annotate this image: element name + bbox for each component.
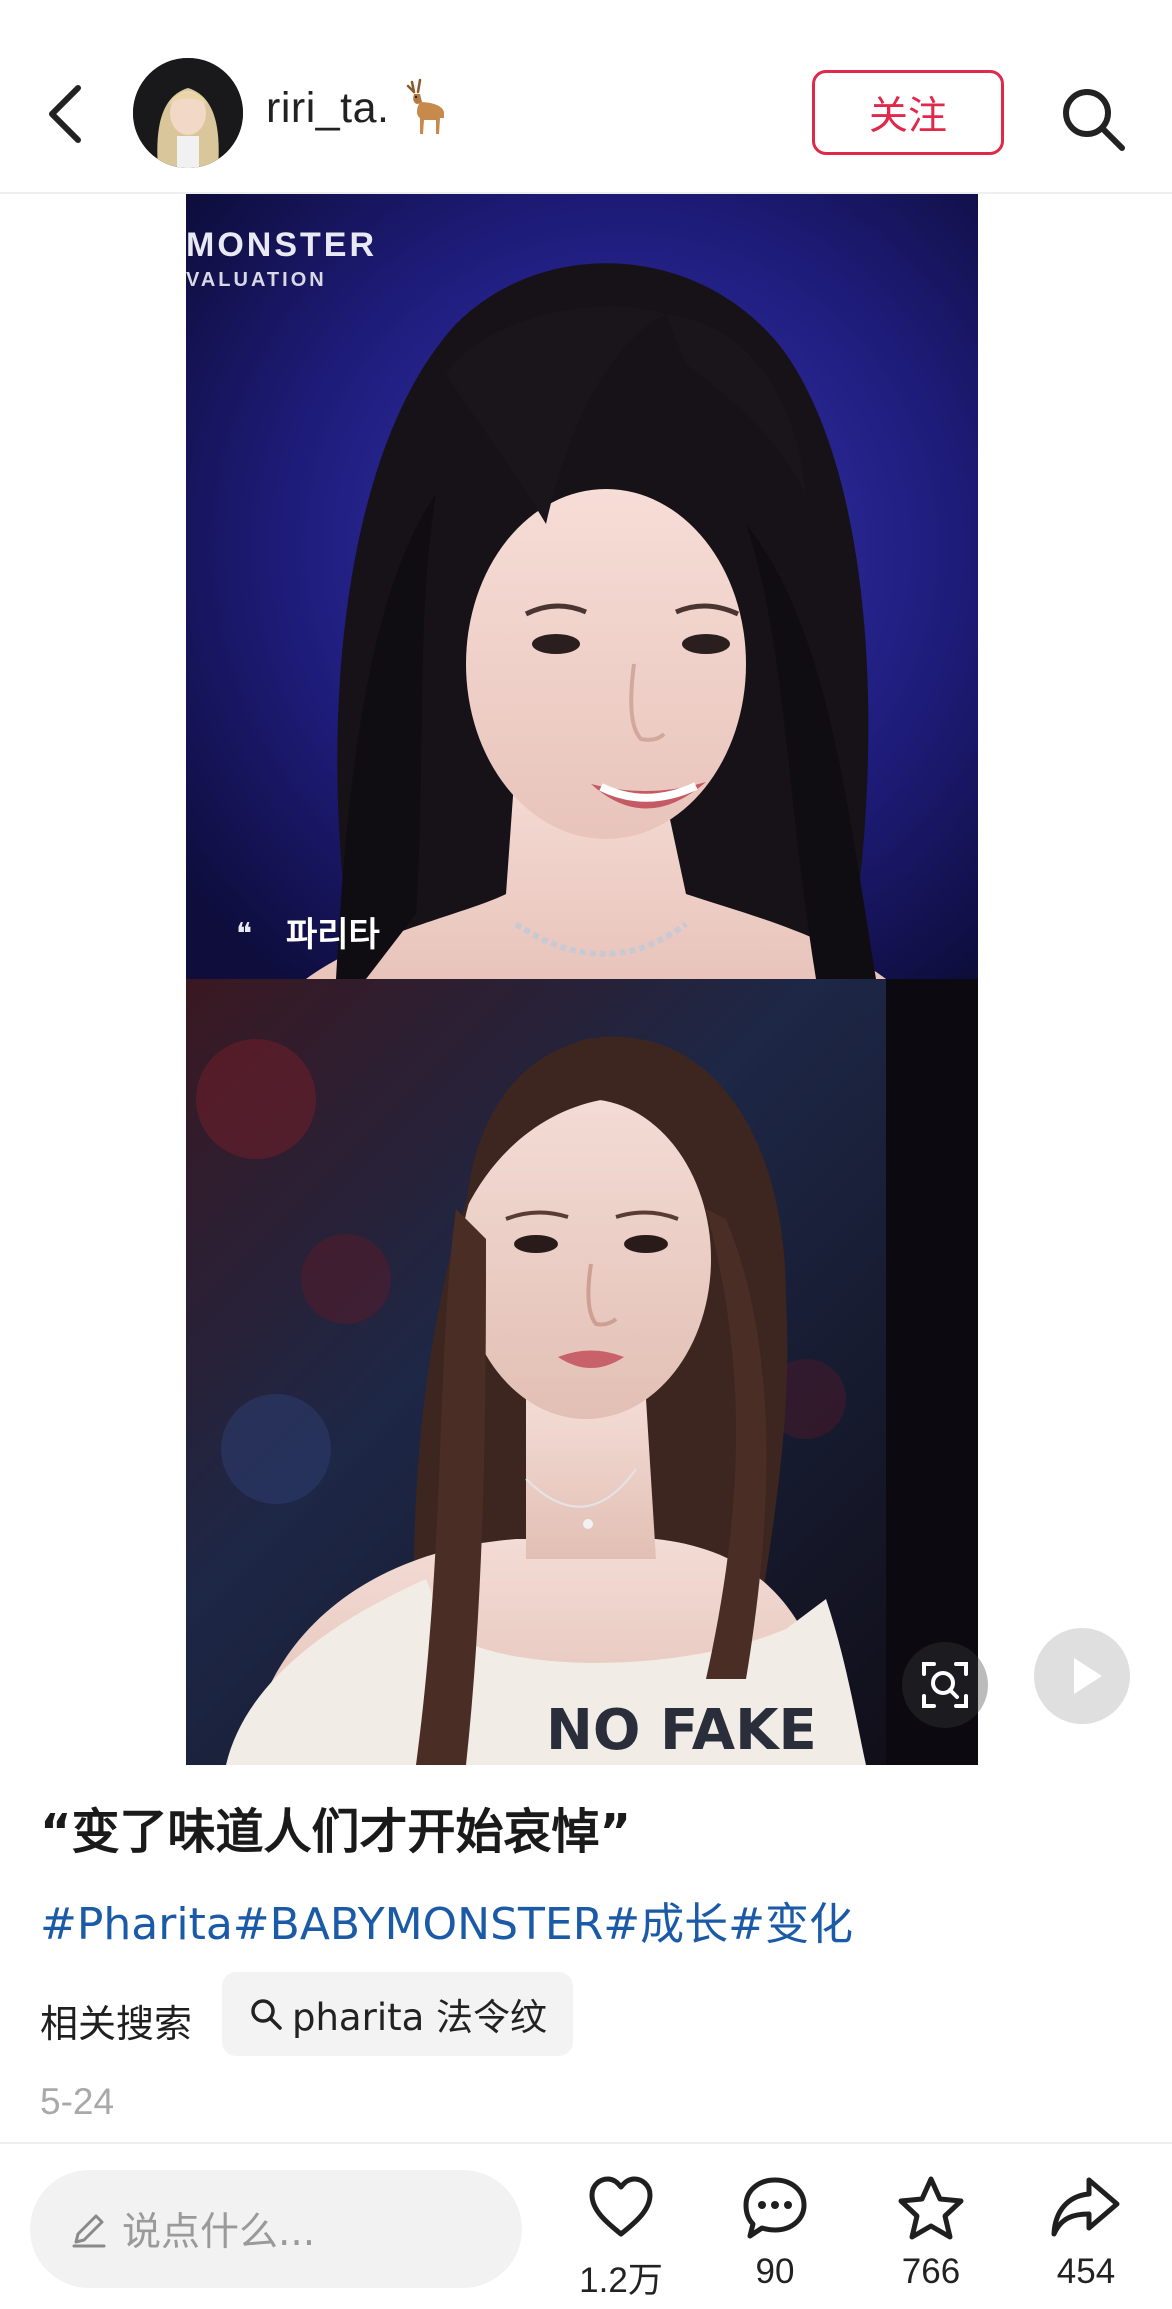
photo-top: MONSTER VALUATION ❝ 파리타 [186,194,978,979]
korean-caption: 파리타 [286,915,380,955]
favorite-button[interactable]: 766 [871,2174,991,2304]
hashtag-list: #Pharita#BABYMONSTER#成长#变化 [40,1888,853,1952]
related-search-text: pharita 法令纹 [292,1996,548,2039]
back-button[interactable] [40,78,96,150]
comment-icon [743,2177,807,2239]
share-icon [1051,2177,1120,2237]
post-image[interactable]: MONSTER VALUATION ❝ 파리타 NO FAKE [186,194,978,1765]
search-button[interactable] [1058,84,1128,154]
overlay-title: MONSTER [186,226,377,264]
image-search-button[interactable] [900,1640,990,1730]
hashtag-link[interactable]: #BABYMONSTER [233,1899,604,1950]
star-icon [898,2176,964,2240]
post-date: 5-24 [40,2081,115,2122]
bottom-action-bar: 说点什么... 1.2万 90 766 454 [0,2142,1172,2309]
related-search-chip[interactable]: pharita 法令纹 [222,1972,574,2056]
hashtag-link[interactable]: #成长 [603,1899,728,1950]
back-arrow-icon [49,85,81,143]
play-button[interactable] [1034,1628,1130,1724]
play-icon [1074,1658,1102,1694]
comment-button[interactable]: 90 [715,2174,835,2304]
top-bar: riri_ta. 关注 [0,0,1172,194]
deer-emoji-icon [398,78,452,138]
search-icon [1063,89,1125,151]
username[interactable]: riri_ta. [266,84,389,133]
like-button[interactable]: 1.2万 [561,2174,681,2304]
pencil-icon [72,2214,106,2248]
avatar-image [133,58,243,168]
comment-placeholder: 说点什么... [122,2210,316,2255]
avatar[interactable] [133,58,243,168]
share-button[interactable]: 454 [1026,2174,1146,2304]
photo-top-illustration: MONSTER VALUATION ❝ 파리타 [186,194,978,979]
favorite-count: 766 [901,2252,961,2291]
hashtag-link[interactable]: #Pharita [40,1899,233,1950]
shirt-print: NO FAKE [546,1698,817,1763]
post-title: “变了味道人们才开始哀悼” [40,1804,632,1860]
search-icon [251,1999,282,2030]
hashtag-link[interactable]: #变化 [728,1899,853,1950]
related-search-label: 相关搜索 [40,2002,193,2046]
image-search-icon [902,1642,988,1728]
heart-icon [589,2176,653,2237]
overlay-subtitle: VALUATION [186,269,327,291]
comment-count: 90 [755,2252,795,2291]
follow-button[interactable]: 关注 [812,70,1004,155]
share-count: 454 [1056,2252,1116,2291]
comment-input[interactable]: 说点什么... [30,2170,522,2288]
photo-bottom-illustration: NO FAKE [186,979,978,1765]
like-count: 1.2万 [579,2261,663,2300]
quote-mark: ❝ [236,917,252,952]
photo-bottom: NO FAKE [186,979,978,1765]
